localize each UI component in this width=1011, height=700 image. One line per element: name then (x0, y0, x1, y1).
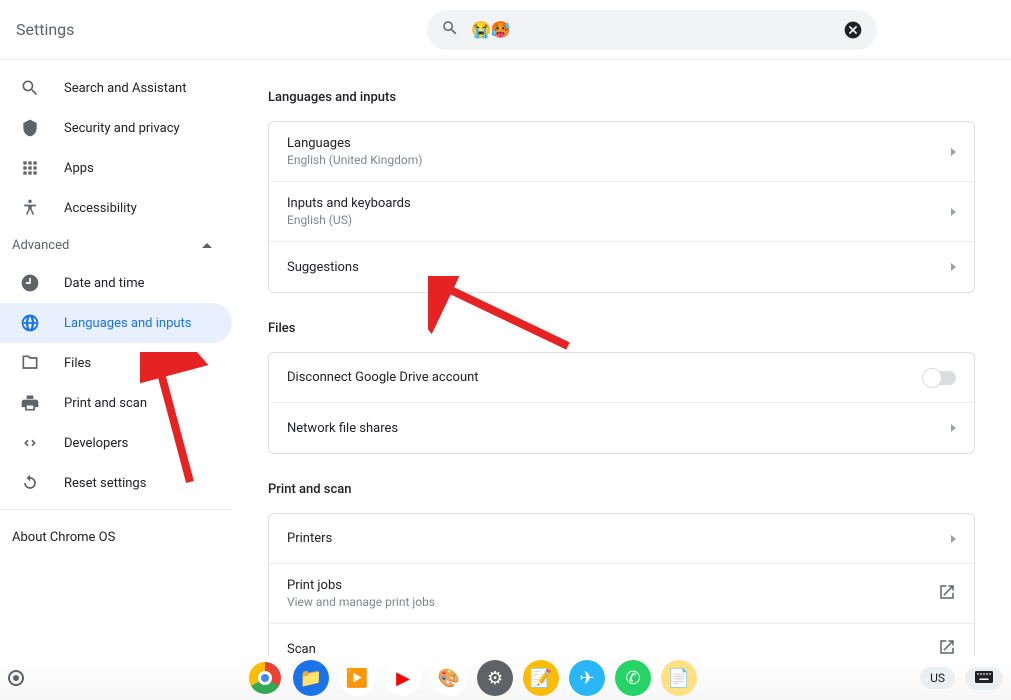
row-label: Network file shares (287, 421, 951, 436)
row-scan[interactable]: Scan (269, 624, 974, 656)
settings-search-box[interactable]: 😭🥵 (427, 10, 877, 50)
search-icon (441, 19, 459, 41)
shelf-app-photos[interactable]: 🎨 (431, 660, 467, 696)
sidebar-item-files[interactable]: Files (0, 343, 232, 383)
row-sublabel: English (US) (287, 213, 951, 227)
row-label: Scan (287, 642, 938, 657)
external-link-icon (938, 583, 956, 605)
apps-grid-icon (20, 158, 40, 178)
settings-sidebar: Search and Assistant Security and privac… (0, 60, 232, 656)
shelf-app-settings[interactable]: ⚙ (477, 660, 513, 696)
row-printers[interactable]: Printers (269, 514, 974, 564)
row-label: Disconnect Google Drive account (287, 370, 924, 385)
chevron-right-icon (951, 424, 956, 432)
accessibility-icon (20, 198, 40, 218)
sidebar-item-label: Developers (64, 436, 128, 451)
chevron-up-icon (202, 243, 212, 248)
shield-icon (20, 118, 40, 138)
sidebar-item-label: Search and Assistant (64, 81, 187, 96)
section-title-languages: Languages and inputs (268, 90, 975, 105)
row-label: Printers (287, 531, 951, 546)
shelf-app-files[interactable]: 📁 (293, 660, 329, 696)
sidebar-item-languages[interactable]: Languages and inputs (0, 303, 232, 343)
shelf-app-whatsapp[interactable]: ✆ (615, 660, 651, 696)
row-label: Inputs and keyboards (287, 196, 951, 211)
launcher-button[interactable] (8, 670, 24, 686)
chevron-right-icon (951, 535, 956, 543)
shelf-app-youtube[interactable]: ▶ (385, 660, 421, 696)
sidebar-item-search-assistant[interactable]: Search and Assistant (0, 68, 232, 108)
shelf-app-telegram[interactable]: ✈ (569, 660, 605, 696)
sidebar-item-label: Date and time (64, 276, 145, 291)
row-label: Suggestions (287, 260, 951, 275)
section-title-files: Files (268, 321, 975, 336)
row-network-shares[interactable]: Network file shares (269, 403, 974, 453)
reset-icon (20, 473, 40, 493)
sidebar-item-reset[interactable]: Reset settings (0, 463, 232, 503)
folder-icon (20, 353, 40, 373)
advanced-label: Advanced (12, 238, 69, 253)
row-print-jobs[interactable]: Print jobs View and manage print jobs (269, 564, 974, 624)
settings-content: Languages and inputs Languages English (… (232, 60, 1011, 656)
sidebar-item-label: Apps (64, 161, 94, 176)
sidebar-item-label: Security and privacy (64, 121, 180, 136)
row-sublabel: English (United Kingdom) (287, 153, 951, 167)
sidebar-item-security[interactable]: Security and privacy (0, 108, 232, 148)
globe-icon (20, 313, 40, 333)
chromeos-shelf: 📁 ▶️ ▶ 🎨 ⚙ 📝 ✈ ✆ 📄 US (0, 656, 1011, 700)
code-icon (20, 433, 40, 453)
search-input-value: 😭🥵 (471, 20, 511, 39)
sidebar-item-about[interactable]: About Chrome OS (0, 516, 232, 559)
external-link-icon (938, 638, 956, 656)
sidebar-item-label: Accessibility (64, 201, 137, 216)
sidebar-item-label: Languages and inputs (64, 316, 192, 331)
sidebar-item-apps[interactable]: Apps (0, 148, 232, 188)
sidebar-advanced-toggle[interactable]: Advanced (0, 228, 232, 263)
sidebar-item-date-time[interactable]: Date and time (0, 263, 232, 303)
row-label: Languages (287, 136, 951, 151)
sidebar-item-label: Reset settings (64, 476, 146, 491)
shelf-app-keep[interactable]: 📝 (523, 660, 559, 696)
row-inputs-keyboards[interactable]: Inputs and keyboards English (US) (269, 182, 974, 242)
section-title-print: Print and scan (268, 482, 975, 497)
sidebar-item-accessibility[interactable]: Accessibility (0, 188, 232, 228)
row-suggestions[interactable]: Suggestions (269, 242, 974, 292)
ime-indicator[interactable]: US (920, 667, 955, 689)
search-icon (20, 78, 40, 98)
row-disconnect-drive[interactable]: Disconnect Google Drive account (269, 353, 974, 403)
shelf-app-play-store[interactable]: ▶️ (339, 660, 375, 696)
printer-icon (20, 393, 40, 413)
chevron-right-icon (951, 208, 956, 216)
sidebar-item-label: Files (64, 356, 91, 371)
row-languages[interactable]: Languages English (United Kingdom) (269, 122, 974, 182)
toggle-drive[interactable] (924, 371, 956, 385)
clock-icon (20, 273, 40, 293)
clear-search-button[interactable] (843, 20, 863, 40)
shelf-app-chrome[interactable] (247, 660, 283, 696)
row-sublabel: View and manage print jobs (287, 595, 938, 609)
sidebar-item-developers[interactable]: Developers (0, 423, 232, 463)
sidebar-item-print-scan[interactable]: Print and scan (0, 383, 232, 423)
row-label: Print jobs (287, 578, 938, 593)
chevron-right-icon (951, 263, 956, 271)
shelf-app-notes[interactable]: 📄 (661, 660, 697, 696)
virtual-keyboard-button[interactable] (965, 667, 1003, 690)
chevron-right-icon (951, 148, 956, 156)
sidebar-item-label: Print and scan (64, 396, 147, 411)
page-title: Settings (16, 20, 74, 39)
